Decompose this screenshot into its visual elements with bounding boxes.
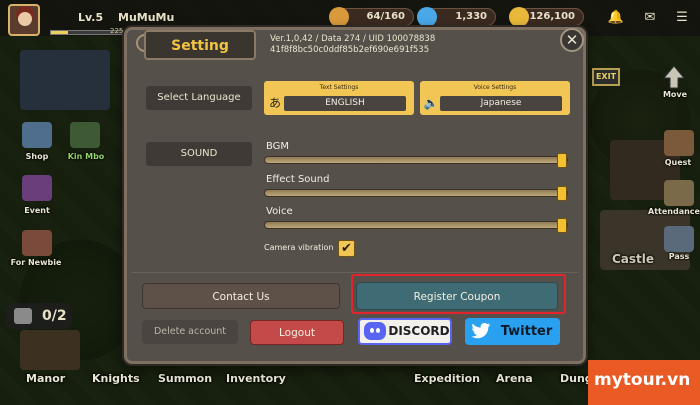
- uid-hash: 41f8f8bc50c0ddf85b2ef690e691f535: [270, 45, 430, 55]
- twitter-label: Twitter: [500, 324, 553, 339]
- translate-icon: あ: [268, 96, 281, 110]
- mail-icon[interactable]: ✉: [640, 8, 660, 28]
- exp-label: 225: [110, 27, 124, 35]
- move-label: Move: [662, 90, 688, 99]
- kin-icon[interactable]: [70, 122, 100, 148]
- event-icon[interactable]: [22, 175, 52, 201]
- castle-map-label: Castle: [611, 252, 655, 266]
- effect-sound-label: Effect Sound: [266, 174, 330, 185]
- close-icon: ✕: [565, 31, 579, 49]
- exp-bar-fill: [51, 31, 69, 34]
- newbie-icon[interactable]: [22, 230, 52, 256]
- voice-label: Voice: [266, 206, 293, 217]
- version-line: Ver.1,0,42 / Data 274 / UID 100078838: [270, 34, 436, 44]
- speaker-icon: 🔈: [423, 96, 439, 110]
- nav-summon[interactable]: Summon: [158, 372, 212, 385]
- voice-settings-heading: Voice Settings: [473, 84, 517, 91]
- voice-language-value: Japanese: [440, 96, 562, 111]
- gold-counter[interactable]: 126,100: [509, 7, 584, 27]
- coin-icon: [509, 7, 529, 27]
- twitter-button[interactable]: Twitter: [465, 318, 560, 345]
- watermark-badge: mytour.vn: [588, 360, 700, 405]
- camera-vibration-checkbox[interactable]: ✔: [338, 240, 355, 257]
- game-screen: Lv.5 MuMuMu 225 64/160 1,330 126,100 🔔 ✉…: [0, 0, 700, 405]
- text-language-selector[interactable]: Text Settings あ ENGLISH: [264, 81, 414, 115]
- quest-icon[interactable]: [664, 130, 694, 156]
- slot-count-badge[interactable]: 0/2: [6, 303, 72, 329]
- delete-account-button[interactable]: Delete account: [142, 320, 238, 344]
- bell-icon[interactable]: 🔔: [606, 8, 626, 28]
- dialog-title: Setting: [171, 38, 229, 54]
- slot-count: 0/2: [42, 308, 67, 324]
- menu-icon[interactable]: ☰: [672, 8, 692, 28]
- quest-label: Quest: [664, 158, 692, 167]
- attendance-label: Attendance: [648, 207, 700, 216]
- chest-icon: [329, 7, 349, 27]
- voice-slider-knob[interactable]: [557, 218, 567, 233]
- nav-arena[interactable]: Arena: [496, 372, 533, 385]
- gem-counter[interactable]: 1,330: [417, 7, 496, 27]
- discord-label: DISCORD: [388, 324, 450, 338]
- event-label: Event: [24, 206, 50, 215]
- gold-value: 126,100: [529, 11, 575, 22]
- nav-knights[interactable]: Knights: [92, 372, 140, 385]
- text-language-value: ENGLISH: [284, 96, 406, 111]
- avatar[interactable]: [8, 4, 40, 36]
- effect-sound-slider[interactable]: [264, 186, 568, 201]
- kin-label: Kin Mbo: [67, 152, 105, 161]
- select-language-label: Select Language: [146, 86, 252, 110]
- highlight-box: [351, 274, 566, 314]
- dialog-title-tab: Setting: [144, 30, 256, 60]
- text-settings-heading: Text Settings: [319, 84, 359, 91]
- sound-label: SOUND: [146, 142, 252, 166]
- bgm-slider[interactable]: [264, 153, 568, 168]
- twitter-bird-icon: [471, 323, 491, 339]
- nav-manor[interactable]: Manor: [26, 372, 65, 385]
- player-level: Lv.5: [78, 11, 104, 24]
- pass-icon[interactable]: [664, 226, 694, 252]
- shop-icon[interactable]: [22, 122, 52, 148]
- discord-icon: [364, 322, 386, 340]
- stamina-value: 64/160: [366, 11, 405, 22]
- gem-icon: [417, 7, 437, 27]
- effect-sound-slider-knob[interactable]: [557, 186, 567, 201]
- discord-button[interactable]: DISCORD: [358, 318, 452, 345]
- exit-sign: EXIT: [592, 68, 620, 86]
- watermark-text: mytour.vn: [594, 370, 691, 390]
- pass-label: Pass: [668, 252, 690, 261]
- nav-expedition[interactable]: Expedition: [414, 372, 480, 385]
- camera-vibration-label: Camera vibration: [264, 243, 334, 252]
- dialog-divider: [132, 272, 578, 273]
- shop-label: Shop: [25, 152, 49, 161]
- voice-language-selector[interactable]: Voice Settings 🔈 Japanese: [420, 81, 570, 115]
- player-name: MuMuMu: [118, 11, 175, 24]
- stamina-counter[interactable]: 64/160: [329, 7, 414, 27]
- knight-slot-icon: [14, 308, 32, 324]
- bgm-label: BGM: [266, 141, 290, 152]
- newbie-label: For Newbie: [10, 258, 62, 267]
- voice-slider[interactable]: [264, 218, 568, 233]
- nav-inventory[interactable]: Inventory: [226, 372, 286, 385]
- bgm-slider-knob[interactable]: [557, 153, 567, 168]
- version-info: Ver.1,0,42 / Data 274 / UID 100078838 41…: [270, 34, 435, 56]
- close-button[interactable]: ✕: [560, 28, 584, 52]
- contact-us-button[interactable]: Contact Us: [142, 283, 340, 309]
- gem-value: 1,330: [455, 11, 487, 22]
- logout-button[interactable]: Logout: [250, 320, 344, 345]
- attendance-icon[interactable]: [664, 180, 694, 206]
